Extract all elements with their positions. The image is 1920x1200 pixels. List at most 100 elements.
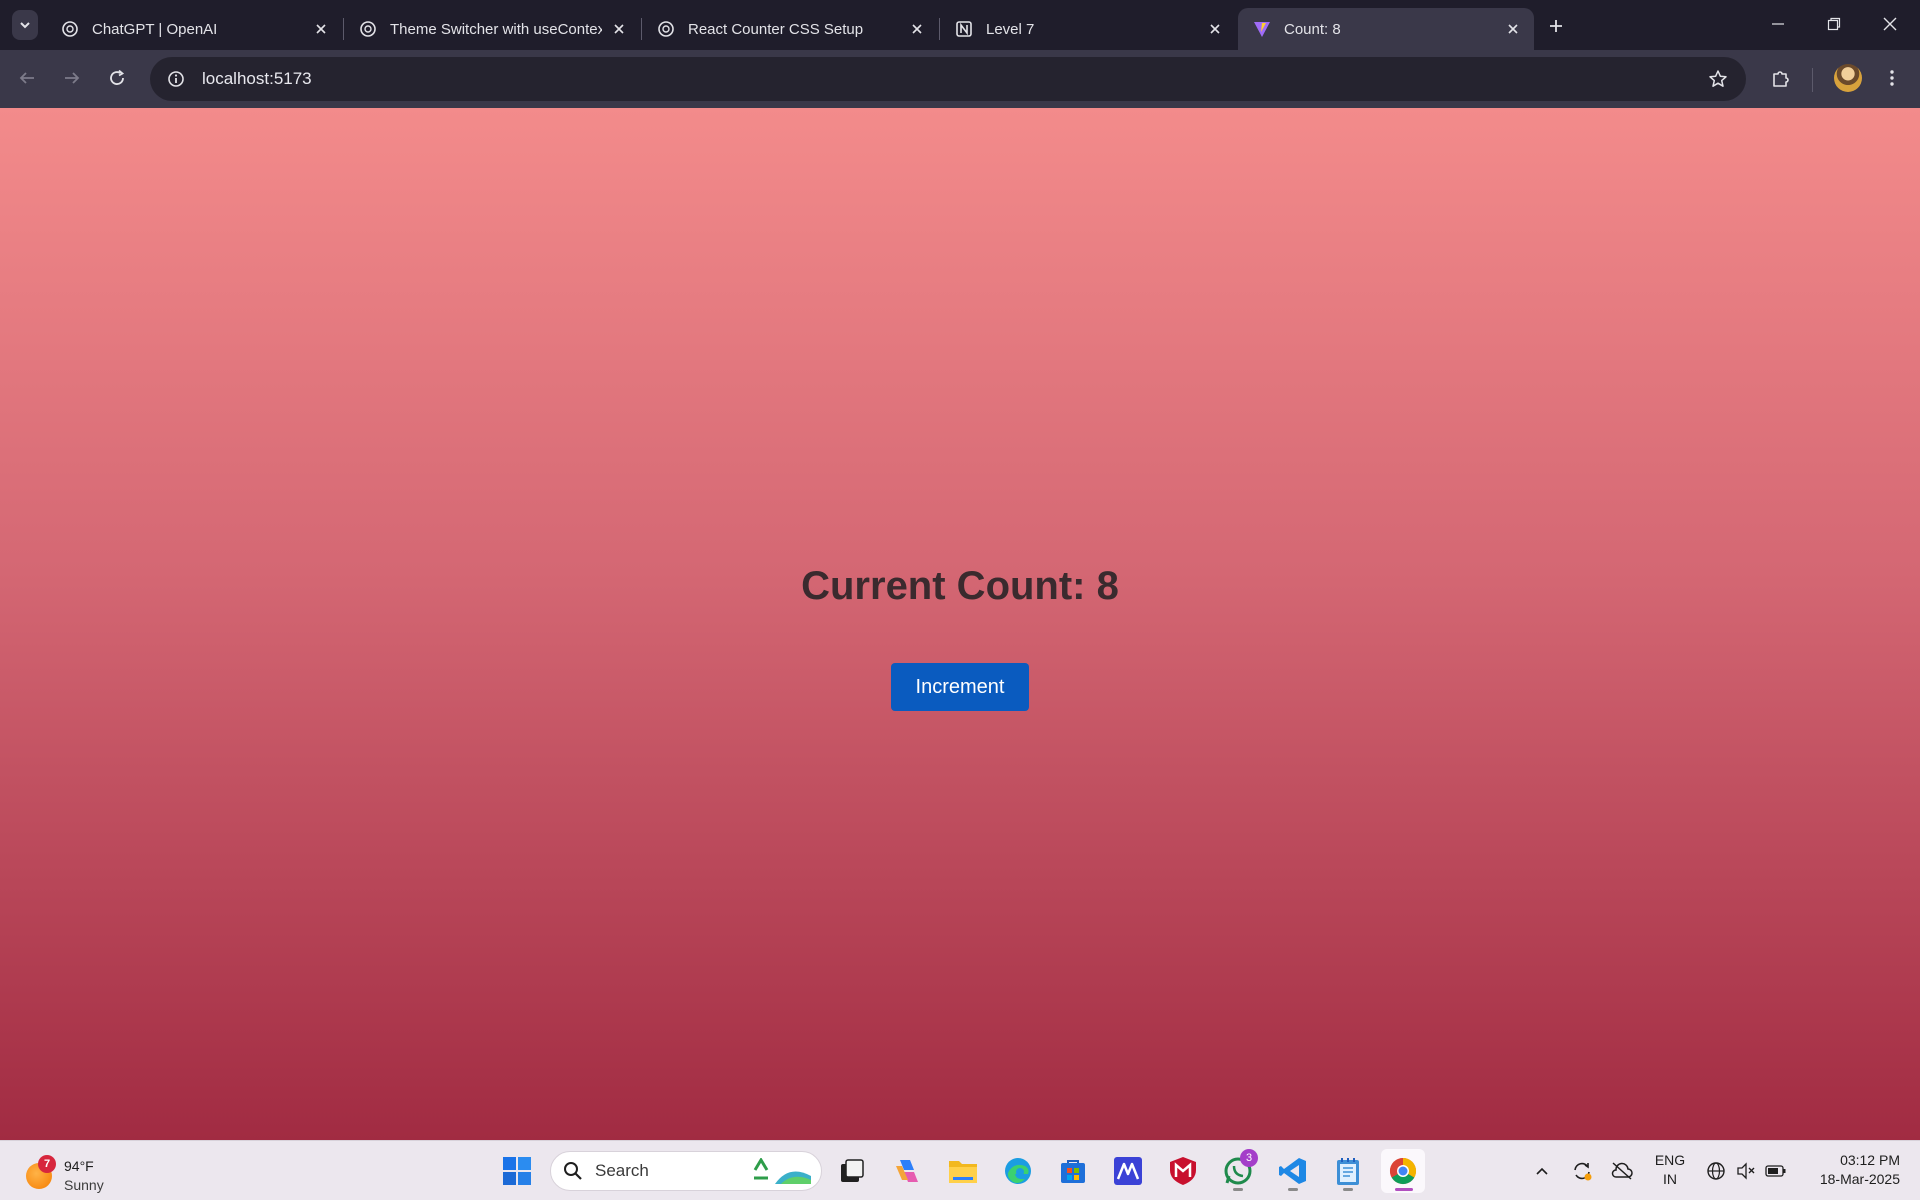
restore-icon (1827, 17, 1841, 31)
profile-avatar[interactable] (1834, 64, 1862, 92)
show-hidden-icons-button[interactable] (1528, 1157, 1556, 1185)
url-text[interactable]: localhost:5173 (202, 69, 1698, 89)
puzzle-icon (1773, 71, 1789, 87)
browser-toolbar: localhost:5173 (0, 50, 1920, 108)
tab-chatgpt[interactable]: ChatGPT | OpenAI (46, 8, 342, 50)
tab-react-counter[interactable]: React Counter CSS Setup (642, 8, 938, 50)
close-window-button[interactable] (1862, 6, 1918, 42)
search-label: Search (595, 1161, 649, 1180)
openai-icon (60, 19, 80, 39)
sync-status-icon[interactable] (1568, 1157, 1596, 1185)
openai-icon (656, 19, 676, 39)
running-indicator (1343, 1188, 1353, 1191)
tab-count[interactable]: Count: 8 (1238, 8, 1534, 50)
edge-icon (1005, 1158, 1031, 1184)
clock-time: 03:12 PM (1840, 1152, 1900, 1168)
tab-title: Theme Switcher with useContext (390, 20, 602, 38)
vite-icon (1252, 19, 1272, 39)
input-language[interactable]: ENG IN (1652, 1151, 1688, 1189)
tab-title: React Counter CSS Setup (688, 20, 864, 38)
copilot-button[interactable] (885, 1149, 929, 1193)
taskbar-search[interactable]: Search (550, 1151, 822, 1191)
reload-button[interactable] (99, 60, 135, 96)
minimize-icon (1772, 23, 1784, 25)
vscode-button[interactable] (1271, 1149, 1315, 1193)
chevron-down-icon (20, 22, 30, 29)
tab-title: Level 7 (986, 20, 1035, 38)
search-icon (564, 1162, 582, 1180)
store-icon (1061, 1160, 1085, 1183)
extensions-button[interactable] (1763, 60, 1799, 96)
folder-icon (949, 1161, 977, 1183)
arrow-left-icon (19, 72, 34, 84)
weather-widget[interactable]: 7 94°F Sunny (24, 1149, 124, 1193)
close-icon (1883, 17, 1897, 31)
language-code: ENG (1654, 1152, 1686, 1168)
app-button-m[interactable] (1106, 1149, 1150, 1193)
new-tab-button[interactable] (1542, 12, 1570, 40)
edge-button[interactable] (996, 1149, 1040, 1193)
openai-icon (358, 19, 378, 39)
taskbar-clock[interactable]: 03:12 PM 18-Mar-2025 (1800, 1151, 1900, 1189)
copilot-icon (896, 1160, 918, 1182)
restore-button[interactable] (1806, 6, 1862, 42)
file-explorer-button[interactable] (941, 1149, 985, 1193)
region-code: IN (1663, 1171, 1677, 1187)
chrome-button[interactable] (1381, 1149, 1425, 1193)
back-button[interactable] (9, 60, 45, 96)
tab-search-button[interactable] (12, 10, 38, 40)
site-info-icon[interactable] (154, 57, 198, 101)
minimize-button[interactable] (1750, 6, 1806, 42)
battery-icon[interactable] (1762, 1157, 1790, 1185)
running-indicator (1288, 1188, 1298, 1191)
close-icon[interactable] (610, 20, 628, 38)
more-vertical-icon (1890, 70, 1894, 86)
page-content: Current Count: 8 Increment (0, 108, 1920, 1140)
tab-strip: ChatGPT | OpenAI Theme Switcher with use… (0, 0, 1920, 50)
forward-button[interactable] (54, 60, 90, 96)
notion-icon (954, 19, 974, 39)
plus-icon (1550, 20, 1562, 32)
weather-badge: 7 (38, 1155, 56, 1173)
task-view-button[interactable] (830, 1149, 874, 1193)
cloud-offline-icon[interactable] (1608, 1157, 1636, 1185)
network-icon[interactable] (1702, 1157, 1730, 1185)
reload-icon (110, 69, 125, 85)
store-button[interactable] (1051, 1149, 1095, 1193)
tab-theme-switcher[interactable]: Theme Switcher with useContext (344, 8, 640, 50)
notification-badge: 3 (1240, 1149, 1258, 1167)
notepad-icon (1337, 1158, 1359, 1185)
weather-condition: Sunny (64, 1177, 104, 1193)
close-icon[interactable] (1504, 20, 1522, 38)
shield-icon (1170, 1157, 1196, 1185)
clock-date: 18-Mar-2025 (1819, 1171, 1900, 1187)
increment-button[interactable]: Increment (891, 663, 1029, 711)
notepad-button[interactable] (1326, 1149, 1370, 1193)
windows-icon (503, 1157, 531, 1185)
chevron-up-icon (1536, 1167, 1548, 1175)
start-button[interactable] (495, 1149, 539, 1193)
vscode-icon (1279, 1158, 1306, 1184)
whatsapp-button[interactable]: 3 (1216, 1149, 1260, 1193)
bookmark-star-icon[interactable] (1698, 59, 1738, 99)
browser-menu-button[interactable] (1874, 60, 1910, 96)
close-icon[interactable] (1206, 20, 1224, 38)
chrome-icon (1389, 1157, 1417, 1185)
m-app-icon (1114, 1157, 1142, 1185)
address-bar[interactable]: localhost:5173 (150, 57, 1746, 101)
count-heading: Current Count: 8 (801, 564, 1119, 608)
weather-temp: 94°F (64, 1158, 94, 1174)
toolbar-separator (1812, 68, 1813, 92)
close-icon[interactable] (908, 20, 926, 38)
task-view-icon (841, 1159, 864, 1182)
tab-title: Count: 8 (1284, 20, 1341, 38)
volume-muted-icon[interactable] (1732, 1157, 1760, 1185)
taskbar: 7 94°F Sunny Search 3 ENG IN 03:12 PM 18… (0, 1140, 1920, 1200)
tab-level-7[interactable]: Level 7 (940, 8, 1236, 50)
recycle-icon (753, 1158, 811, 1184)
tab-title: ChatGPT | OpenAI (92, 20, 218, 38)
running-indicator (1233, 1188, 1243, 1191)
close-icon[interactable] (312, 20, 330, 38)
running-indicator (1395, 1188, 1413, 1191)
mcafee-button[interactable] (1161, 1149, 1205, 1193)
